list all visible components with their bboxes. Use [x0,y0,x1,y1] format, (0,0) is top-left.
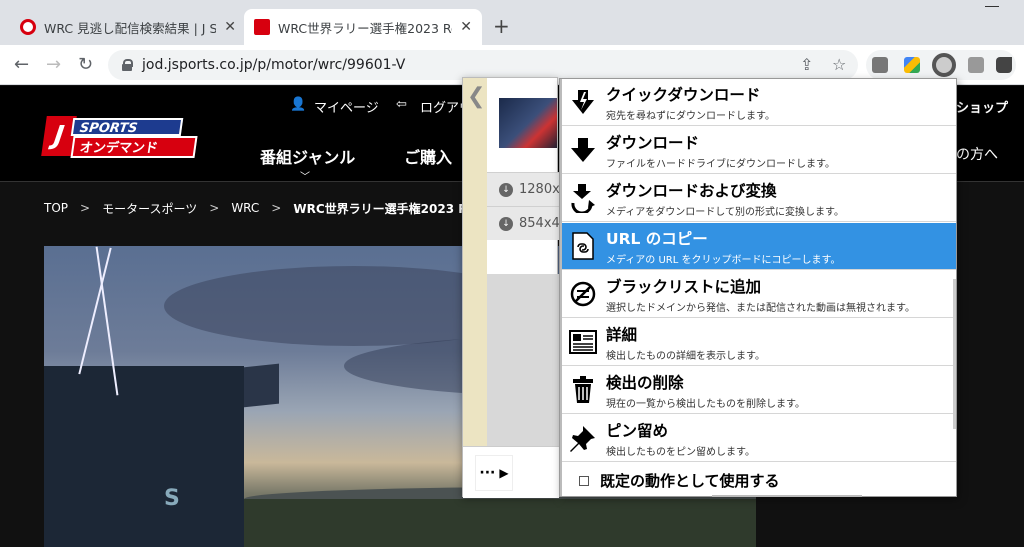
jsports-logo[interactable]: J SPORTS オンデマンド [41,114,198,160]
menu-item-desc: 宛先を尋ねずにダウンロードします。 [606,111,775,122]
ext-window-icon[interactable] [968,57,984,73]
panel-strip [463,78,487,446]
menu-item-desc: ファイルをハードドライブにダウンロードします。 [606,159,835,170]
copy-url-icon [568,231,598,261]
blacklist-icon [568,279,598,309]
menu-item-details[interactable]: 詳細 検出したものの詳細を表示します。 [562,319,956,366]
media-thumbnail[interactable] [499,98,557,148]
menu-item-copy-url[interactable]: URL のコピー メディアの URL をクリップボードにコピーします。 [562,223,956,270]
breadcrumb-wrc[interactable]: WRC [231,201,259,215]
stadium [44,366,244,547]
menu-item-delete[interactable]: 検出の削除 現在の一覧から検出したものを削除します。 [562,367,956,414]
menu-item-desc: 検出したものの詳細を表示します。 [606,351,765,362]
download-circle-icon: ↓ [499,182,513,197]
action-menu: クイックダウンロード 宛先を尋ねずにダウンロードします。 ダウンロード ファイル… [559,78,957,497]
panel-body [487,274,559,446]
reload-icon[interactable]: ↻ [78,55,93,75]
media-variant-row[interactable]: ↓ 1280x720 [487,172,585,206]
close-tab-icon[interactable]: ✕ [460,19,472,35]
tab-wrc-round[interactable]: WRC世界ラリー選手権2023 Round 9 ✕ [244,9,482,45]
menu-item-desc: メディアの URL をクリップボードにコピーします。 [606,255,841,266]
extensions-area [866,50,1016,80]
google-drive-icon[interactable] [904,57,920,73]
share-icon[interactable]: ⇪ [800,55,813,74]
mypage-link[interactable]: マイページ [314,97,379,116]
chevron-right-icon: > [271,201,282,215]
menu-item-desc: 検出したものをピン留めします。 [606,447,755,458]
menu-scrollbar[interactable] [953,279,956,429]
menu-item-quick-download[interactable]: クイックダウンロード 宛先を尋ねずにダウンロードします。 [562,79,956,126]
trash-icon [568,375,598,405]
tab-search-results[interactable]: WRC 見逃し配信検索結果 | J SPORTS ✕ [10,9,246,45]
menu-item-title: ダウンロード [606,134,700,152]
media-variant-row[interactable]: ↓ 854x480 [487,206,576,240]
menu-item-title: URL のコピー [606,230,708,248]
address-bar[interactable]: jod.jsports.co.jp/p/motor/wrc/99601-V [108,50,858,80]
details-icon [568,327,598,357]
menu-item-desc: メディアをダウンロードして別の形式に変換します。 [606,207,844,218]
nav-guide[interactable]: の方へ [956,144,998,164]
bookmark-star-icon[interactable]: ☆ [832,55,846,74]
menu-item-title: 詳細 [606,326,638,344]
download-icon [568,135,598,165]
chevron-right-icon: > [209,201,220,215]
lock-icon [122,59,133,71]
download-circle-icon: ↓ [499,216,513,231]
video-downloader-icon[interactable] [932,53,956,77]
logout-icon: ⇦ [396,97,407,112]
tab-title: WRC世界ラリー選手権2023 Round 9 [278,20,452,36]
more-actions-button[interactable]: ··· ▶ [475,455,513,491]
panel-footer: ··· ▶ [463,446,559,498]
menu-item-download-convert[interactable]: ダウンロードおよび変換 メディアをダウンロードして別の形式に変換します。 [562,175,956,222]
menu-item-desc: 現在の一覧から検出したものを削除します。 [606,399,805,410]
back-icon[interactable]: ← [14,55,29,75]
menu-item-title: クイックダウンロード [606,86,761,104]
menu-item-blacklist[interactable]: ブラックリストに追加 選択したドメインから発信、または配信された動画は無視されま… [562,271,956,318]
logo-ondemand: オンデマンド [70,136,198,158]
jsports-favicon [20,19,36,35]
default-action-checkbox[interactable] [579,476,589,486]
menu-item-title: ブラックリストに追加 [606,278,762,296]
shop-link[interactable]: ショップ [956,97,1008,116]
tab-bar: WRC 見逃し配信検索結果 | J SPORTS ✕ WRC世界ラリー選手権20… [0,0,1024,45]
pin-icon [568,423,598,453]
download-convert-icon [568,183,598,213]
menu-item-title: ピン留め [606,422,669,440]
quick-download-icon [568,87,598,117]
extensions-puzzle-icon[interactable] [996,57,1012,73]
menu-item-title: 検出の削除 [606,374,684,392]
ext-media-icon[interactable] [872,57,888,73]
minimize-icon[interactable] [985,6,999,7]
menu-item-download[interactable]: ダウンロード ファイルをハードドライブにダウンロードします。 [562,127,956,174]
media-list-panel: ❮ ↓ 1280x720 ↓ 854x480 ··· ▶ [462,77,585,498]
menu-item-pin[interactable]: ピン留め 検出したものをピン留めします。 [562,415,956,462]
menu-item-title: ダウンロードおよび変換 [606,182,777,200]
logo-sports: SPORTS [70,118,184,136]
stadium-sign: S [164,486,180,511]
breadcrumb-top[interactable]: TOP [44,201,68,215]
forward-icon[interactable]: → [46,55,61,75]
menu-bottom-line [712,495,862,497]
tab-title: WRC 見逃し配信検索結果 | J SPORTS [44,20,217,36]
play-arrow-icon: ▶ [499,466,509,480]
user-icon: 👤 [290,97,307,112]
more-label: ··· [479,465,496,481]
default-action-label: 既定の動作として使用する [600,472,780,490]
nav-purchase[interactable]: ご購入 [404,144,452,168]
menu-item-desc: 選択したドメインから発信、または配信された動画は無視されます。 [606,303,915,314]
url-text: jod.jsports.co.jp/p/motor/wrc/99601-V [142,57,406,73]
default-action-option[interactable]: 既定の動作として使用する [562,463,956,497]
close-tab-icon[interactable]: ✕ [224,19,236,35]
nav-genre[interactable]: 番組ジャンル [260,144,355,168]
back-chevron-icon[interactable]: ❮ [467,84,485,109]
chevron-right-icon: > [80,201,91,215]
new-tab-button[interactable]: + [493,14,510,38]
jsports-favicon [254,19,270,35]
breadcrumb-motorsports[interactable]: モータースポーツ [102,200,197,217]
